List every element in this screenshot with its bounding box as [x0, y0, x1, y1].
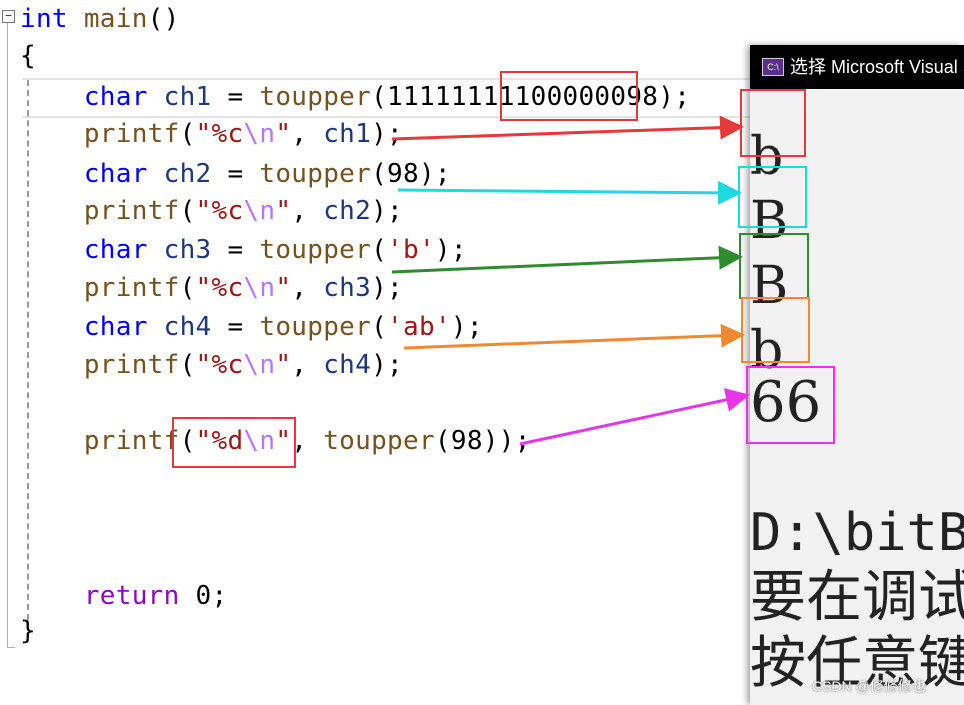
- arrow-cyan: [397, 180, 742, 205]
- arrow-red: [391, 115, 744, 141]
- arrow-magenta: [519, 388, 750, 446]
- annotation-arrows: [391, 115, 750, 446]
- arrow-green: [391, 245, 743, 274]
- watermark: CSDN @修修修也: [812, 678, 926, 694]
- arrow-orange: [403, 323, 745, 350]
